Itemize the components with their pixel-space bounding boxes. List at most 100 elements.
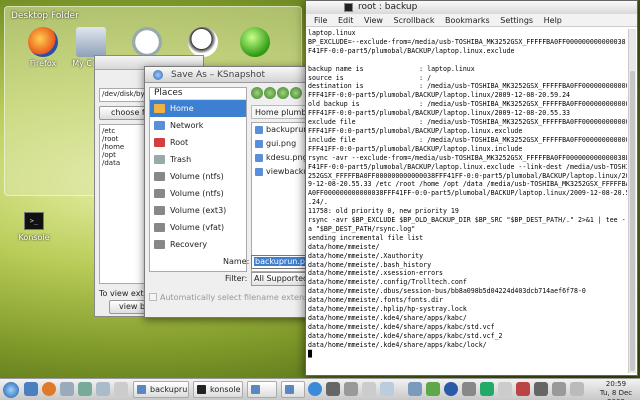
konsole-desktop-icon[interactable]: >_ Konsole [14,212,54,242]
back-arrow-icon[interactable] [251,87,263,99]
terminal-line: exclude file : /media/usb-TOSHIBA_MK3252… [308,118,627,127]
hp-systray-icon[interactable] [444,382,458,396]
file-icon [255,126,263,134]
reload-icon[interactable] [290,87,302,99]
folder-icon[interactable] [96,382,110,396]
update-icon[interactable] [380,382,394,396]
wifi-icon[interactable] [552,382,566,396]
root-folder-icon [154,138,165,147]
terminal-line: A0FF000000000000038FFF41FF-0:0-part5/plu… [308,189,627,198]
task-label: konsole [210,385,241,394]
menu-view[interactable]: View [364,16,383,25]
cube-icon[interactable] [408,382,422,396]
clock[interactable]: 20:59 Tu, 8 Dec 2009 [596,380,636,400]
auto-extension-option[interactable]: Automatically select filename extension [149,293,320,302]
terminal-line: rsync -avr --exclude-from=/media/usb-TOS… [308,153,627,162]
task-window-4[interactable] [281,381,305,398]
menu-file[interactable]: File [314,16,327,25]
place-recovery[interactable]: Recovery [150,236,246,253]
up-arrow-icon[interactable] [277,87,289,99]
places-header: Places [150,88,246,100]
terminal-line: destination is : /media/usb-TOSHIBA_MK32… [308,82,627,91]
name-label: Name: [223,257,250,266]
clipboard-icon[interactable] [362,382,376,396]
place-label: Recovery [170,240,208,249]
desktop-pager-icon[interactable] [60,382,74,396]
terminal-scrollbar[interactable] [628,29,636,373]
terminal-line: sending incremental file list [308,233,424,242]
skype-icon[interactable] [308,382,322,396]
place-volume-ntfs-1[interactable]: Volume (ntfs) [150,168,246,185]
app-icon[interactable] [114,382,128,396]
terminal-line: data/home/mmeiste/.fonts/fonts.dir [308,296,443,305]
terminal-line: FFF41FF-0:0-part5/plumobal/BACKUP/laptop… [308,126,523,135]
konsole-titlebar[interactable]: root : backup [306,1,637,14]
drive-icon [154,223,165,232]
scrollbar-thumb[interactable] [630,71,635,371]
terminal-line: F41FF-0:0-part5/plumobal/BACKUP/laptop.l… [308,46,515,55]
firefox-icon [28,27,58,57]
home-icon [154,104,165,113]
clock-time: 20:59 [605,380,627,388]
volume-icon[interactable] [534,382,548,396]
clock-date: Tu, 8 Dec 2009 [599,389,633,400]
menu-edit[interactable]: Edit [338,16,354,25]
terminal-line: 9-12-08-20.55.33 /etc /root /home /opt /… [308,180,627,189]
save-as-titlebar[interactable]: Save As – KSnapshot [145,67,319,83]
place-volume-vfat[interactable]: Volume (vfat) [150,219,246,236]
terminal-output[interactable]: laptop.linux BP_EXCLUDE=--exclude-from=/m… [308,29,627,373]
place-home[interactable]: Home [150,100,246,117]
terminal-line: include file : /media/usb-TOSHIBA_MK3252… [308,135,627,144]
terminal-icon [344,3,353,12]
firefox-desktop-icon[interactable]: Firefox [21,27,65,68]
menu-scrollback[interactable]: Scrollback [394,16,435,25]
terminal-line: data/home/mmeiste/.kde4/share/apps/kabc/ [308,314,467,322]
window-icon [137,385,146,394]
menu-bookmarks[interactable]: Bookmarks [445,16,490,25]
window-icon [285,385,294,394]
place-volume-ext3[interactable]: Volume (ext3) [150,202,246,219]
firefox-launcher-icon[interactable] [42,382,56,396]
kde-menu-icon[interactable] [3,382,19,398]
battery-icon[interactable] [480,382,494,396]
terminal-line: data/home/mmeiste/.hplip/hp-systray.lock [308,305,467,314]
konsole-label: Konsole [18,233,50,242]
file-icon [255,168,263,176]
auto-extension-label: Automatically select filename extension [160,293,320,302]
trash-icon [154,155,165,164]
firefox-label: Firefox [29,59,57,68]
image-file-icon [255,140,263,148]
system-settings-icon[interactable] [78,382,92,396]
filter-label: Filter: [225,274,248,283]
terminal-line: a "$BP_DEST_PATH/rsync.log" [308,224,416,233]
place-label: Volume (ext3) [170,206,227,215]
keyboard-icon[interactable] [344,382,358,396]
dolphin-icon[interactable] [24,382,38,396]
task-label: backupru [150,385,188,394]
forward-arrow-icon[interactable] [264,87,276,99]
task-window-3[interactable] [247,381,277,398]
place-label: Network [170,121,204,130]
drive-icon [154,189,165,198]
place-network[interactable]: Network [150,117,246,134]
place-volume-ntfs-2[interactable]: Volume (ntfs) [150,185,246,202]
task-backupru[interactable]: backupru [133,381,189,398]
place-trash[interactable]: Trash [150,151,246,168]
green-app-desktop-icon[interactable] [233,27,277,59]
alert-icon[interactable] [516,382,530,396]
notification-icon[interactable] [570,382,584,396]
printer-icon[interactable] [462,382,476,396]
computer-icon [76,27,106,57]
menu-settings[interactable]: Settings [500,16,533,25]
network-icon[interactable] [326,382,340,396]
terminal-icon: >_ [24,212,44,230]
place-root[interactable]: Root [150,134,246,151]
konsole-title: root : backup [358,2,418,12]
terminal-line: data/home/mmeiste/.kde4/share/apps/kabc/… [308,340,487,349]
device-notifier-icon[interactable] [498,382,512,396]
menu-help[interactable]: Help [544,16,562,25]
green-app-icon[interactable] [426,382,440,396]
drive-icon [154,240,165,249]
task-konsole[interactable]: konsole [193,381,243,398]
auto-extension-checkbox[interactable] [149,293,157,301]
